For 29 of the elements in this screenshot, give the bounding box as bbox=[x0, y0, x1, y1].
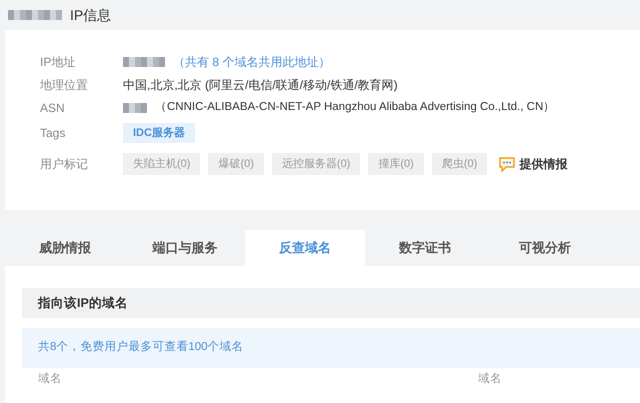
mark-button[interactable]: 爆破(0) bbox=[208, 153, 264, 175]
column-header: 域名 bbox=[38, 372, 63, 388]
field-value: 中国,北京,北京 (阿里云/电信/联通/移动/铁通/教育网) bbox=[123, 76, 398, 94]
message-icon bbox=[499, 156, 516, 172]
section-title: 指向该IP的域名 bbox=[38, 294, 128, 312]
report-button[interactable]: 提供情报 bbox=[499, 155, 568, 173]
mark-button[interactable]: 撞库(0) bbox=[368, 153, 424, 175]
redacted-block bbox=[8, 10, 62, 20]
shared-domains-link[interactable]: （共有 8 个域名共用此地址） bbox=[173, 52, 330, 70]
page-title: IP信息 bbox=[70, 6, 112, 24]
field-label: ASN bbox=[40, 100, 66, 116]
notice-text: 共8个，免费用户最多可查看100个域名 bbox=[38, 339, 244, 356]
column-header: 域名 bbox=[478, 372, 502, 388]
field-label: Tags bbox=[40, 125, 66, 142]
tab[interactable]: 数字证书 bbox=[365, 230, 485, 266]
field-label: 地理位置 bbox=[40, 76, 89, 94]
tab[interactable]: 威胁情报 bbox=[5, 230, 125, 266]
redacted-block bbox=[123, 102, 147, 112]
mark-button[interactable]: 失陷主机(0) bbox=[123, 153, 200, 175]
tab[interactable]: 端口与服务 bbox=[125, 230, 245, 266]
field-value: （CNNIC-ALIBABA-CN-NET-AP Hangzhou Alibaba Advertising Co.,Ltd., CN） bbox=[155, 100, 556, 115]
redacted-block bbox=[123, 56, 165, 66]
mark-button[interactable]: 爬虫(0) bbox=[432, 153, 488, 175]
tab[interactable]: 反查域名 bbox=[245, 230, 365, 266]
field-label: IP地址 bbox=[40, 54, 76, 70]
mark-button[interactable]: 远控服务器(0) bbox=[272, 153, 360, 175]
tab[interactable]: 可视分析 bbox=[485, 230, 605, 266]
field-label: 用户标记 bbox=[40, 156, 89, 173]
tag: IDC服务器 bbox=[123, 122, 195, 144]
